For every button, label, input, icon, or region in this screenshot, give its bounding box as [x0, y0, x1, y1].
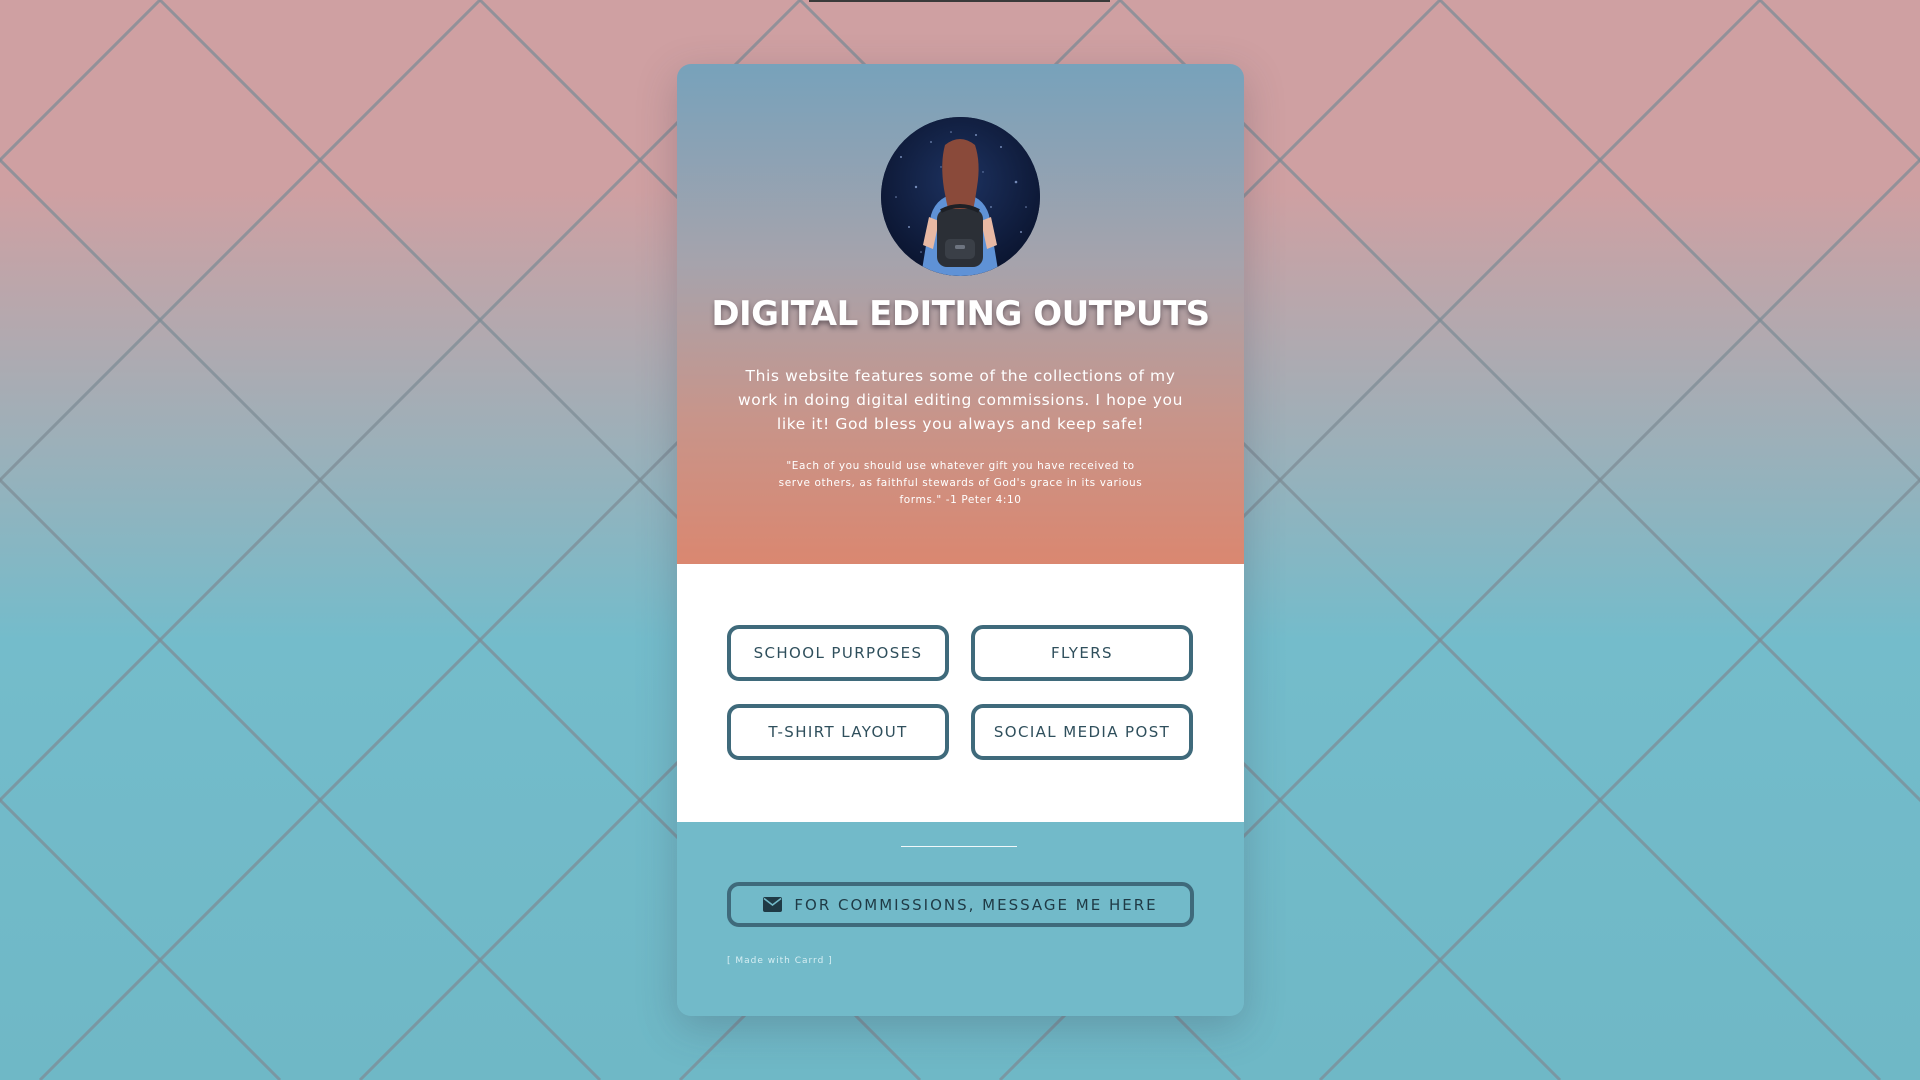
- grid-line: [0, 0, 162, 163]
- grid-line: [0, 0, 482, 483]
- commission-message-label: FOR COMMISSIONS, MESSAGE ME HERE: [794, 895, 1158, 914]
- grid-line: [0, 477, 602, 1080]
- divider-line: [901, 846, 1017, 847]
- profile-description: This website features some of the collec…: [737, 367, 1184, 433]
- hero-section: DIGITAL EDITING OUTPUTS This website fea…: [677, 64, 1244, 564]
- flyers-button[interactable]: FLYERS: [971, 625, 1193, 681]
- made-with-carrd-credit[interactable]: [ Made with Carrd ]: [727, 956, 833, 966]
- tshirt-layout-button[interactable]: T-SHIRT LAYOUT: [727, 704, 949, 760]
- school-purposes-button[interactable]: SCHOOL PURPOSES: [727, 625, 949, 681]
- profile-card: DIGITAL EDITING OUTPUTS This website fea…: [677, 64, 1244, 1016]
- page-title: DIGITAL EDITING OUTPUTS: [711, 294, 1210, 334]
- envelope-icon: [763, 897, 783, 912]
- social-media-post-button[interactable]: SOCIAL MEDIA POST: [971, 704, 1193, 760]
- commission-message-button[interactable]: FOR COMMISSIONS, MESSAGE ME HERE: [727, 882, 1194, 927]
- profile-avatar: [881, 117, 1040, 276]
- links-section: SCHOOL PURPOSES FLYERS T-SHIRT LAYOUT SO…: [677, 564, 1244, 822]
- grid-line: [1318, 477, 1920, 1080]
- grid-line: [1438, 0, 1920, 483]
- bible-quote: "Each of you should use whatever gift yo…: [778, 460, 1143, 506]
- grid-line: [1758, 0, 1920, 163]
- top-header-bar: [809, 0, 1110, 2]
- footer-section: FOR COMMISSIONS, MESSAGE ME HERE [ Made …: [677, 822, 1244, 1016]
- grid-line: [0, 797, 282, 1080]
